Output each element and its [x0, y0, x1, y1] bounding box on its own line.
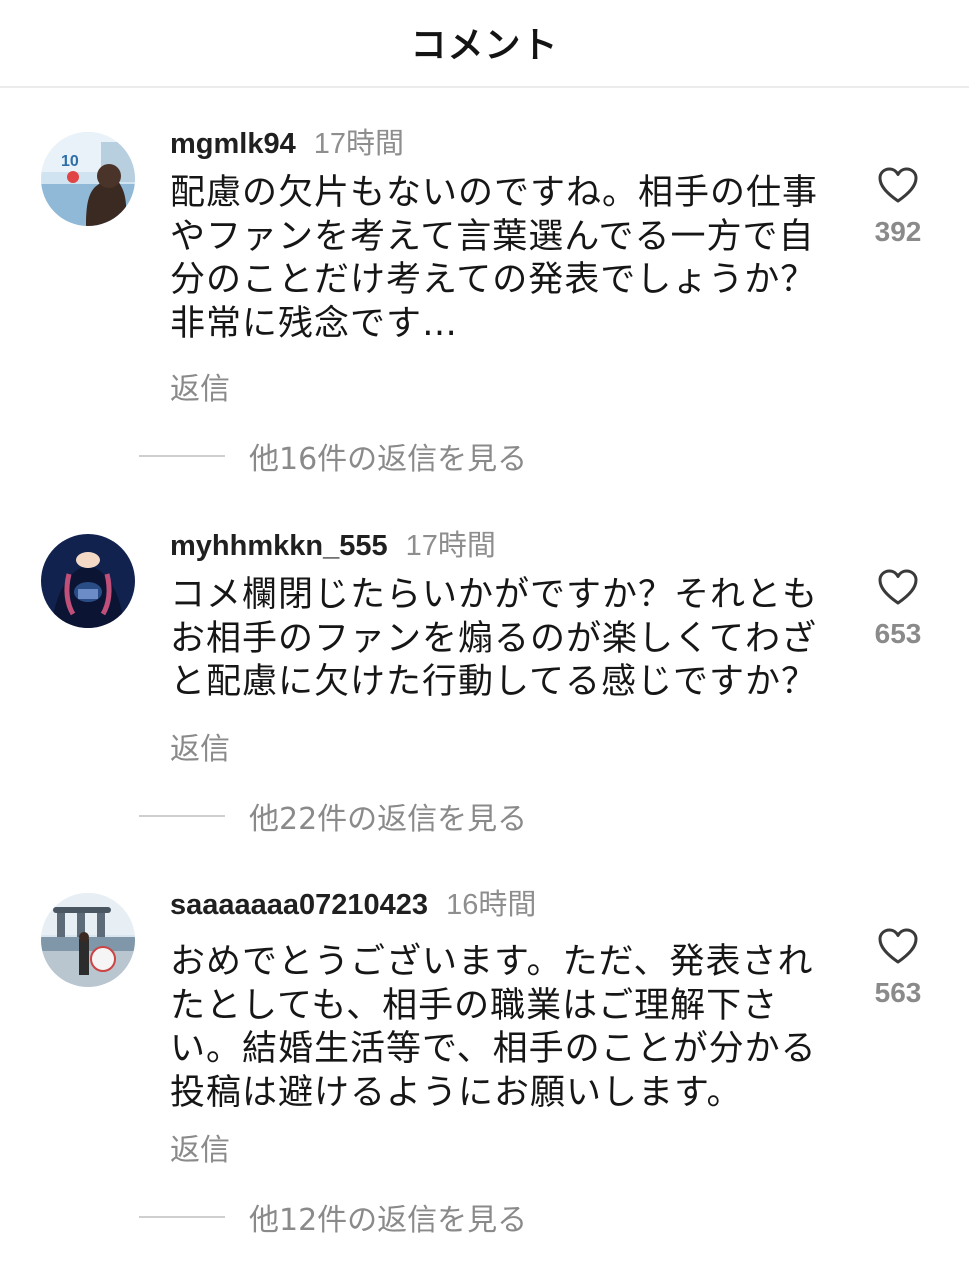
timestamp: 17時間: [313, 128, 404, 160]
heart-outline-icon[interactable]: [877, 568, 919, 606]
view-replies-button[interactable]: 他22件の返信を見る: [139, 796, 528, 837]
like-count: 563: [874, 977, 922, 1008]
username[interactable]: saaaaaaa07210423: [170, 889, 428, 921]
comment-line: 非常に残念です…: [170, 303, 459, 344]
comment-line: やファンを考えて言葉選んでる一方で自: [170, 216, 815, 257]
view-replies-label: 他16件の返信を見る: [249, 442, 528, 477]
like-control: 563: [858, 927, 938, 1009]
view-replies-label: 他12件の返信を見る: [249, 1203, 528, 1238]
heart-outline-icon[interactable]: [877, 166, 919, 204]
page-title: コメント: [410, 25, 559, 66]
comment-meta: mgmlk94 17時間: [170, 126, 404, 162]
view-replies-button[interactable]: 他12件の返信を見る: [139, 1197, 528, 1238]
timestamp: 16時間: [446, 889, 537, 921]
timestamp: 17時間: [405, 530, 496, 562]
avatar[interactable]: 10: [41, 132, 135, 226]
comment-line: と配慮に欠けた行動してる感じですか？: [170, 662, 817, 702]
comment-text: コメ欄閉じたらいかがですか？それとも お相手のファンを煽るのが楽しくてわざ と配…: [170, 574, 830, 705]
reply-button[interactable]: 返信: [170, 724, 230, 768]
divider-line: [139, 455, 225, 457]
comment-line: 投稿は避けるようにお願いします。: [170, 1072, 743, 1113]
avatar[interactable]: [41, 893, 135, 987]
comment-line: い。結婚生活等で、相手のことが分かる: [170, 1029, 817, 1069]
svg-text:10: 10: [61, 153, 79, 170]
comment-text: おめでとうございます。ただ、発表され たとしても、相手の職業はご理解下さ い。結…: [170, 941, 830, 1115]
username[interactable]: mgmlk94: [170, 128, 296, 160]
divider-line: [139, 815, 225, 817]
comment-meta: saaaaaaa07210423 16時間: [170, 887, 536, 923]
reply-button[interactable]: 返信: [170, 364, 230, 408]
comment-line: たとしても、相手の職業はご理解下さ: [170, 985, 779, 1026]
comment-line: おめでとうございます。ただ、発表され: [170, 942, 814, 982]
heart-outline-icon[interactable]: [877, 927, 919, 965]
like-count: 392: [874, 216, 922, 247]
view-replies-button[interactable]: 他16件の返信を見る: [139, 436, 528, 477]
like-count: 653: [874, 618, 922, 649]
view-replies-label: 他22件の返信を見る: [249, 802, 528, 837]
comment-line: 配慮の欠片もないのですね。相手の仕事: [170, 173, 819, 213]
comment-line: コメ欄閉じたらいかがですか？それとも: [170, 575, 819, 615]
avatar[interactable]: [41, 534, 135, 628]
comment-text: 配慮の欠片もないのですね。相手の仕事 やファンを考えて言葉選んでる一方で自 分の…: [170, 172, 830, 346]
like-control: 653: [858, 568, 938, 650]
like-control: 392: [858, 166, 938, 248]
username[interactable]: myhhmkkn_555: [170, 530, 388, 562]
comment-meta: myhhmkkn_555 17時間: [170, 528, 496, 564]
comment-line: お相手のファンを煽るのが楽しくてわざ: [170, 618, 817, 659]
reply-button[interactable]: 返信: [170, 1125, 230, 1169]
header: コメント: [0, 0, 969, 88]
divider-line: [139, 1216, 225, 1218]
comment-line: 分のことだけ考えての発表でしょうか？: [170, 260, 817, 300]
